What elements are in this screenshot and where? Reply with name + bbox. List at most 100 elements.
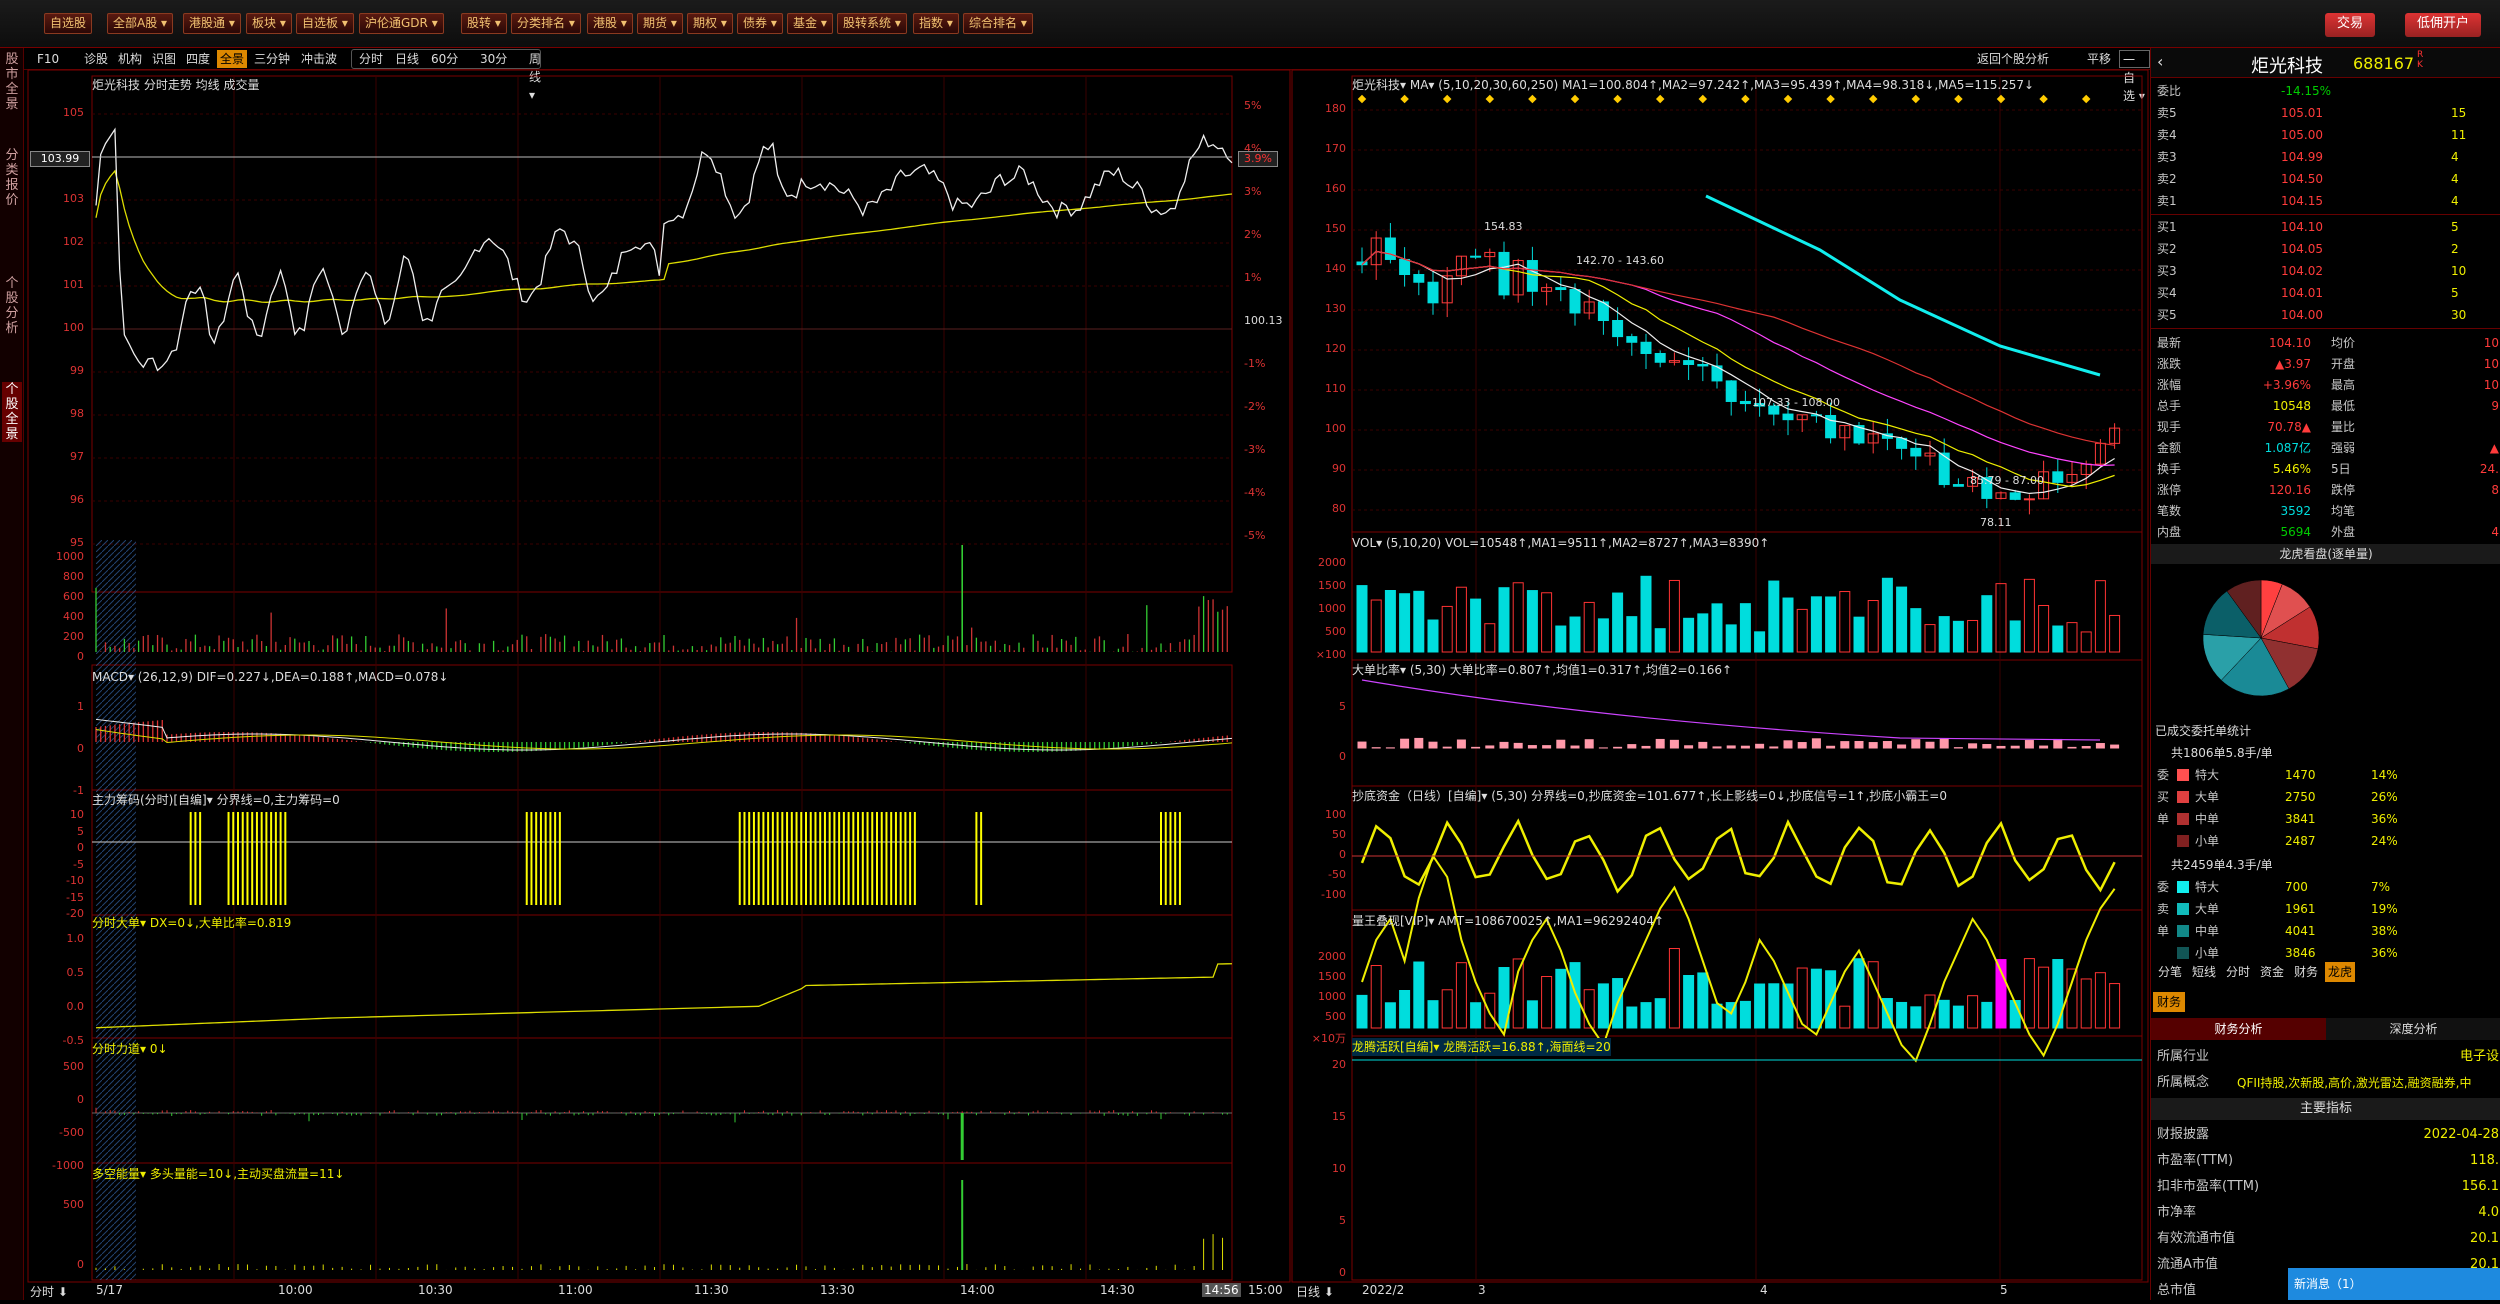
deleg-count: 2750 (2285, 786, 2316, 808)
buy-deleg-row: 买大单275026% (2151, 786, 2500, 808)
stat-value: 3592 (2280, 500, 2311, 522)
trade-button[interactable]: 交易 (2325, 13, 2375, 37)
right-tab-2[interactable]: 分时 (2223, 962, 2253, 982)
sell-deleg-row: 委特大7007% (2151, 876, 2500, 898)
bid-row[interactable]: 买5104.0030 (2151, 304, 2500, 326)
ld-tick: -500 (44, 1126, 84, 1139)
vol-tick: 200 (44, 630, 84, 643)
intraday-price-tick: 103 (44, 192, 84, 205)
ddbl-head[interactable]: 大单比率▾ (5,30) 大单比率=0.807↑,均值1=0.317↑,均值2=… (1352, 661, 1732, 679)
zlcm-head[interactable]: 主力筹码(分时)[自编]▾ 分界线=0,主力筹码=0 (92, 791, 340, 809)
cdzj-tick: -100 (1306, 888, 1346, 901)
stat-value: 120.16 (2269, 479, 2311, 501)
bid-row[interactable]: 买3104.0210 (2151, 260, 2500, 282)
daily-vol-tick: 1500 (1306, 579, 1346, 592)
cdzj-tick: 50 (1306, 828, 1346, 841)
deleg-count: 3846 (2285, 942, 2316, 964)
daily-price-annotation: 78.11 (1980, 516, 2012, 529)
finance-value: 20.1 (2470, 1226, 2499, 1252)
news-popup[interactable]: 新消息（1） (2288, 1268, 2500, 1300)
ask-label: 卖3 (2157, 146, 2177, 168)
side-label: 委 (2157, 876, 2169, 898)
weibi-label: 委比 (2157, 80, 2181, 102)
intraday-pct-tick: 5% (1244, 99, 1261, 112)
cdzj-tick: 100 (1306, 808, 1346, 821)
stat-label: 涨跌 (2157, 353, 2181, 375)
color-swatch (2177, 791, 2189, 803)
cdzj-head[interactable]: 抄底资金（日线）[自编]▾ (5,30) 分界线=0,抄底资金=101.677↑… (1352, 787, 1947, 805)
stat-label-2: 跌停 (2331, 479, 2355, 501)
finance-tab[interactable]: 财务 (2153, 992, 2185, 1012)
intraday-price-tick: 101 (44, 278, 84, 291)
ask-volume: 4 (2451, 168, 2459, 190)
ask-row[interactable]: 卖1104.154 (2151, 190, 2500, 212)
color-swatch (2177, 947, 2189, 959)
stat-value: 5.46% (2273, 458, 2311, 480)
lw-head[interactable]: 量王叠现[VIP]▾ AMT=108670025↑,MA1=96292404↑ (1352, 912, 1664, 930)
deleg-pct: 7% (2371, 876, 2390, 898)
back-chevron-icon[interactable]: ‹ (2157, 52, 2163, 71)
daily-price-tick: 130 (1306, 302, 1346, 315)
bid-row[interactable]: 买4104.015 (2151, 282, 2500, 304)
bid-label: 买5 (2157, 304, 2177, 326)
finance-subtab-0[interactable]: 财务分析 (2151, 1018, 2326, 1040)
macd-head[interactable]: MACD▾ (26,12,9) DIF=0.227↓,DEA=0.188↑,MA… (92, 668, 449, 686)
ask-price: 104.15 (2281, 190, 2323, 212)
dd-head[interactable]: 分时大单▾ DX=0↓,大单比率=0.819 (92, 914, 291, 932)
ld-head[interactable]: 分时力道▾ 0↓ (92, 1040, 168, 1058)
concept-value: QFII持股,次新股,高价,激光雷达,融资融券,中 (2237, 1070, 2472, 1096)
sell-deleg-row: 小单384636% (2151, 942, 2500, 964)
chart-frames (0, 0, 2150, 1300)
daily-price-tick: 180 (1306, 102, 1346, 115)
dk-head[interactable]: 多空能量▾ 多头量能=10↓,主动买盘流量=11↓ (92, 1165, 344, 1183)
finance-subtab-1[interactable]: 深度分析 (2326, 1018, 2500, 1040)
intraday-pct-tick: -3% (1244, 443, 1265, 456)
lt-tick: 15 (1306, 1110, 1346, 1123)
daily-price-tick: 110 (1306, 382, 1346, 395)
intraday-price-tick: 99 (44, 364, 84, 377)
stat-label-2: 强弱 (2331, 437, 2355, 459)
vol-tick: 0 (44, 650, 84, 663)
right-tab-3[interactable]: 资金 (2257, 962, 2287, 982)
right-tab-5[interactable]: 龙虎 (2325, 962, 2355, 982)
bid-price: 104.00 (2281, 304, 2323, 326)
finance-label: 财报披露 (2157, 1122, 2209, 1148)
intraday-x-label: 10:00 (278, 1283, 313, 1297)
stat-value-2: 10 (2484, 374, 2499, 396)
finance-row: 市盈率(TTM)118. (2151, 1148, 2500, 1174)
zlcm-tick: 0 (44, 841, 84, 854)
stat-row: 换手5.46%5日24. (2151, 458, 2500, 480)
stat-value-2: 10 (2484, 353, 2499, 375)
vol-tick: 400 (44, 610, 84, 623)
deleg-count: 3841 (2285, 808, 2316, 830)
lt-head[interactable]: 龙腾活跃[自编]▾ 龙腾活跃=16.88↑,海面线=20 (1352, 1038, 1611, 1056)
daily-vol-tick: 1000 (1306, 602, 1346, 615)
daily-title[interactable]: 炬光科技▾ MA▾ (5,10,20,30,60,250) MA1=100.80… (1352, 76, 2034, 94)
ask-row[interactable]: 卖4105.0011 (2151, 124, 2500, 146)
size-label: 大单 (2195, 898, 2219, 920)
finance-label: 总市值 (2157, 1278, 2196, 1304)
vol-head[interactable]: VOL▾ (5,10,20) VOL=10548↑,MA1=9511↑,MA2=… (1352, 534, 1769, 552)
bid-label: 买3 (2157, 260, 2177, 282)
right-tab-0[interactable]: 分笔 (2155, 962, 2185, 982)
lt-tick: 5 (1306, 1214, 1346, 1227)
right-tab-4[interactable]: 财务 (2291, 962, 2321, 982)
stat-label-2: 外盘 (2331, 521, 2355, 543)
vol-tick: 600 (44, 590, 84, 603)
ask-row[interactable]: 卖2104.504 (2151, 168, 2500, 190)
bid-row[interactable]: 买1104.105 (2151, 216, 2500, 238)
daily-price-tick: 90 (1306, 462, 1346, 475)
stat-value: 1.087亿 (2265, 437, 2311, 459)
ask-row[interactable]: 卖5105.0115 (2151, 102, 2500, 124)
daily-price-tick: 170 (1306, 142, 1346, 155)
ask-row[interactable]: 卖3104.994 (2151, 146, 2500, 168)
intraday-pct-tick: -1% (1244, 357, 1265, 370)
intraday-pct-tick: -2% (1244, 400, 1265, 413)
bid-row[interactable]: 买2104.052 (2151, 238, 2500, 260)
deleg-pct: 26% (2371, 786, 2398, 808)
open-account-button[interactable]: 低佣开户 (2405, 13, 2481, 37)
right-tab-1[interactable]: 短线 (2189, 962, 2219, 982)
daily-x-label: 5 (2000, 1283, 2008, 1297)
stat-row: 金额1.087亿强弱▲ (2151, 437, 2500, 459)
buy-deleg-row: 小单248724% (2151, 830, 2500, 852)
